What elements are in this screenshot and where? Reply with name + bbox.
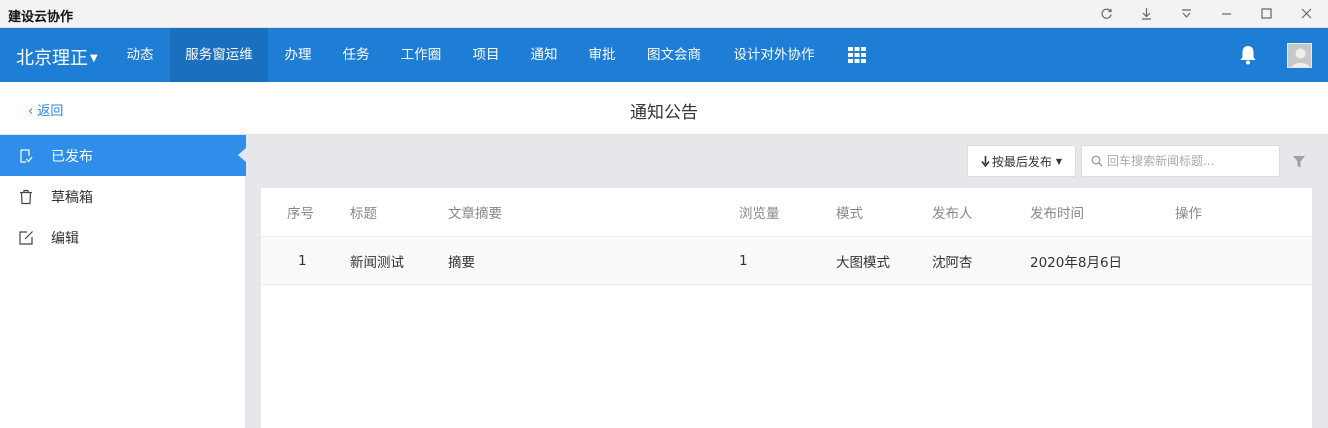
nav-item-gongzuoquan[interactable]: 工作圈 [386, 28, 456, 82]
column-header: 文章摘要 [448, 206, 502, 222]
caret-down-icon: ▼ [90, 52, 98, 64]
column-header: 模式 [836, 206, 863, 222]
column-header: 发布人 [932, 206, 973, 222]
sort-label: 按最后发布 [991, 154, 1052, 169]
column-header: 序号 [287, 206, 314, 222]
sort-dropdown-button[interactable]: 按最后发布 ▼ [967, 145, 1076, 177]
trash-icon [18, 189, 34, 205]
sidebar-item-label: 编辑 [51, 230, 79, 247]
cell-summary: 摘要 [448, 254, 475, 271]
published-icon [18, 148, 34, 164]
table-header: 序号 标题 文章摘要 浏览量 模式 发布人 发布时间 操作 [261, 188, 1312, 237]
refresh-icon[interactable] [1094, 3, 1118, 23]
cell-title[interactable]: 新闻测试 [350, 237, 404, 284]
back-button[interactable]: ‹ 返回 [28, 100, 63, 119]
nav-item-shenpi[interactable]: 审批 [574, 28, 630, 82]
table-row[interactable]: 1 新闻测试 摘要 1 大图模式 沈阿杏 2020年8月6日 [261, 237, 1312, 285]
sort-arrow-down-icon [981, 155, 990, 167]
cell-mode: 大图模式 [836, 254, 890, 271]
brand-name: 北京理正 [16, 48, 88, 69]
notice-table: 序号 标题 文章摘要 浏览量 模式 发布人 发布时间 操作 1 新闻测试 摘要 … [261, 188, 1312, 428]
back-label: 返回 [37, 104, 64, 119]
nav-item-dongtai[interactable]: 动态 [112, 28, 168, 82]
cell-views: 1 [739, 252, 748, 269]
sidebar-item-published[interactable]: 已发布 [0, 135, 246, 176]
sidebar: 已发布 草稿箱 编辑 [0, 135, 246, 428]
sidebar-item-drafts[interactable]: 草稿箱 [0, 176, 246, 217]
filter-icon[interactable] [1292, 154, 1306, 168]
column-header: 浏览量 [739, 206, 780, 222]
page-title: 通知公告 [630, 103, 698, 123]
close-icon[interactable] [1294, 3, 1318, 23]
column-header: 发布时间 [1030, 206, 1084, 222]
search-input[interactable] [1107, 154, 1277, 168]
search-box[interactable] [1081, 145, 1280, 177]
search-icon [1091, 155, 1103, 167]
page-header: 通知公告 ‹ 返回 [0, 82, 1328, 135]
caret-down-icon: ▼ [1055, 156, 1063, 166]
edit-icon [18, 230, 34, 246]
main-content: 按最后发布 ▼ 序号 标题 文章摘要 浏览量 模式 发布人 发布时间 操作 1 … [246, 135, 1328, 428]
download-icon[interactable] [1134, 3, 1158, 23]
sidebar-item-label: 草稿箱 [51, 189, 93, 206]
nav-item-sheji-waibu[interactable]: 设计对外协作 [718, 28, 830, 82]
cell-publish-time: 2020年8月6日 [1030, 254, 1123, 271]
cell-index: 1 [298, 252, 307, 269]
column-header: 标题 [350, 206, 377, 222]
nav-item-tongzhi[interactable]: 通知 [516, 28, 572, 82]
window-title: 建设云协作 [8, 10, 74, 25]
chevron-left-icon: ‹ [28, 104, 34, 119]
dropdown-menu-icon[interactable] [1174, 3, 1198, 23]
cell-publisher: 沈阿杏 [932, 254, 973, 271]
nav-item-tuwenhuishang[interactable]: 图文会商 [634, 28, 714, 82]
bell-icon[interactable] [1239, 45, 1257, 65]
maximize-icon[interactable] [1254, 3, 1278, 23]
apps-grid-icon[interactable] [848, 47, 866, 63]
window-titlebar: 建设云协作 [0, 0, 1328, 28]
nav-item-xiangmu[interactable]: 项目 [458, 28, 514, 82]
nav-item-renwu[interactable]: 任务 [328, 28, 384, 82]
top-navbar: 北京理正 ▼ 动态 服务窗运维 办理 任务 工作圈 项目 通知 审批 图文会商 … [0, 28, 1328, 82]
sidebar-item-edit[interactable]: 编辑 [0, 217, 246, 258]
nav-item-banli[interactable]: 办理 [270, 28, 326, 82]
sidebar-item-label: 已发布 [51, 148, 93, 165]
brand-dropdown[interactable]: 北京理正 ▼ [16, 44, 98, 70]
avatar[interactable] [1287, 43, 1312, 68]
column-header: 操作 [1175, 206, 1202, 222]
nav-item-fuwuchuang[interactable]: 服务窗运维 [170, 28, 268, 82]
minimize-icon[interactable] [1214, 3, 1238, 23]
